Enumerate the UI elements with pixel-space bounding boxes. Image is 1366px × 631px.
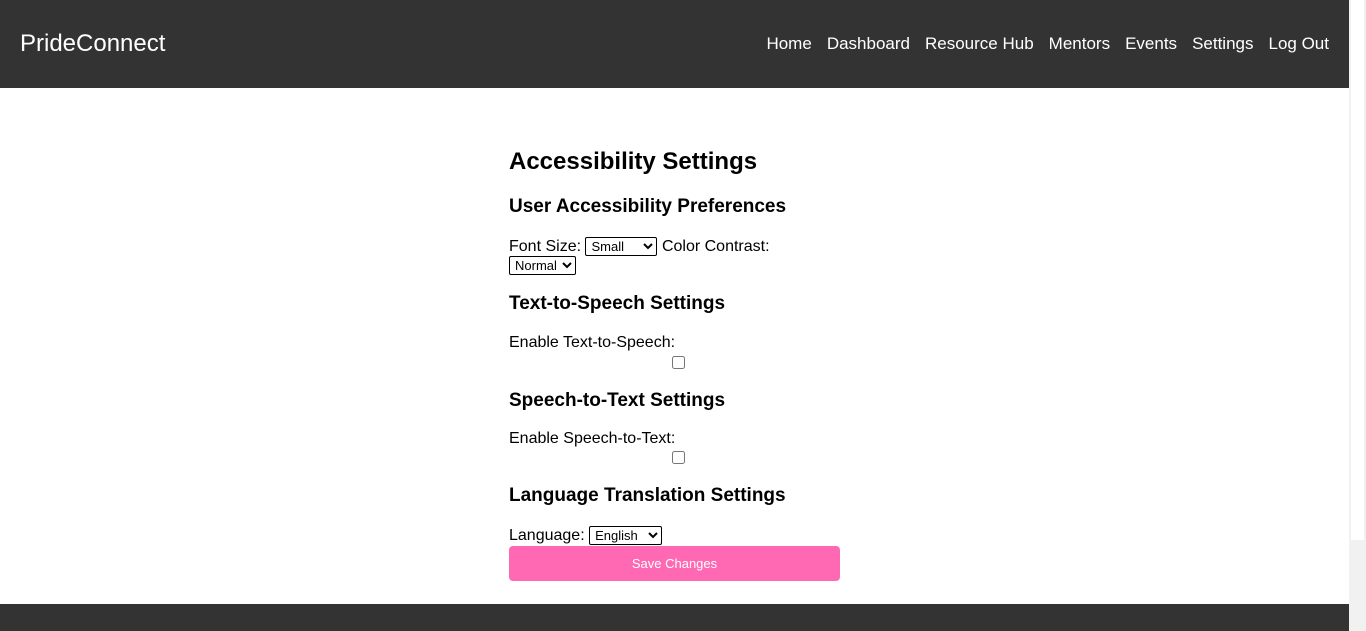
tts-checkbox-wrap <box>509 356 847 369</box>
tts-label: Enable Text-to-Speech: <box>509 334 676 351</box>
language-heading: Language Translation Settings <box>509 485 786 506</box>
contrast-label: Color Contrast: <box>661 238 770 255</box>
scrollbar-thumb[interactable] <box>1351 0 1364 540</box>
main-nav: Home Dashboard Resource Hub Mentors Even… <box>751 34 1329 54</box>
user-prefs-heading: User Accessibility Preferences <box>509 196 787 217</box>
stt-heading: Speech-to-Text Settings <box>509 390 726 411</box>
language-label: Language: <box>509 527 585 544</box>
language-select[interactable]: English <box>589 526 663 545</box>
brand-logo[interactable]: PrideConnect <box>20 30 165 58</box>
page: PrideConnect Home Dashboard Resource Hub… <box>0 0 1349 631</box>
settings-panel: Accessibility Settings User Accessibilit… <box>509 88 840 581</box>
nav-dashboard-link[interactable]: Dashboard <box>827 34 910 54</box>
stt-checkbox-wrap <box>509 451 847 464</box>
language-row: Language: English <box>509 526 840 545</box>
stt-checkbox[interactable] <box>671 451 685 464</box>
nav-logout-link[interactable]: Log Out <box>1269 34 1330 54</box>
stt-label: Enable Speech-to-Text: <box>509 430 676 447</box>
tts-checkbox[interactable] <box>671 356 685 369</box>
nav-resource-hub-link[interactable]: Resource Hub <box>925 34 1034 54</box>
top-header: PrideConnect Home Dashboard Resource Hub… <box>0 0 1349 88</box>
save-changes-button[interactable]: Save Changes <box>509 546 840 581</box>
user-prefs-row: Font Size: Small Color Contrast: Normal <box>509 237 840 275</box>
page-title: Accessibility Settings <box>509 148 758 175</box>
vertical-scrollbar[interactable] <box>1349 0 1366 631</box>
nav-mentors-link[interactable]: Mentors <box>1049 34 1110 54</box>
footer <box>0 604 1349 631</box>
font-size-label: Font Size: <box>509 238 582 255</box>
font-size-select[interactable]: Small <box>585 237 658 256</box>
color-contrast-select[interactable]: Normal <box>509 256 576 275</box>
tts-heading: Text-to-Speech Settings <box>509 293 726 314</box>
nav-home-link[interactable]: Home <box>766 34 811 54</box>
nav-settings-link[interactable]: Settings <box>1192 34 1253 54</box>
nav-events-link[interactable]: Events <box>1125 34 1177 54</box>
